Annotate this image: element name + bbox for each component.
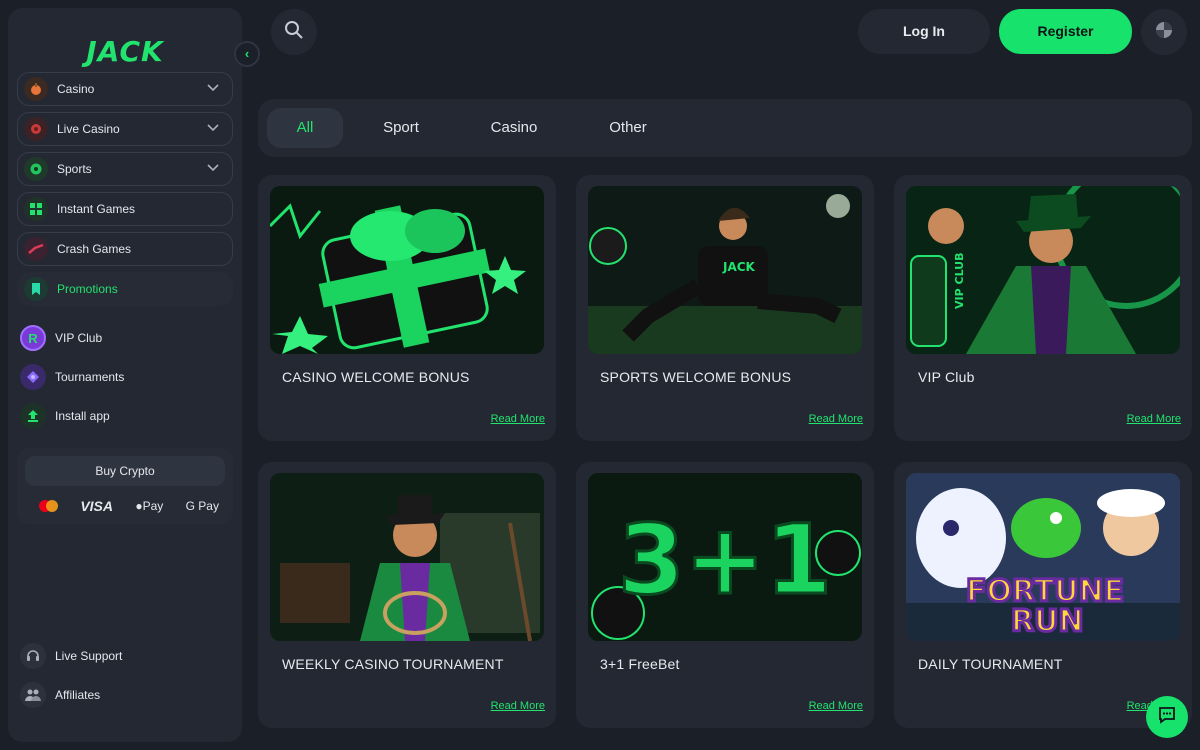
jersey-text: JACK <box>722 260 756 274</box>
login-button[interactable]: Log In <box>858 9 990 54</box>
sidebar-item-label: Instant Games <box>57 202 136 216</box>
sidebar-item-live-casino[interactable]: Live Casino <box>17 112 233 146</box>
globe-icon <box>1154 20 1174 45</box>
crash-games-icon <box>24 237 48 261</box>
read-more-link[interactable]: Read More <box>491 700 545 712</box>
sidebar-item-sports[interactable]: Sports <box>17 152 233 186</box>
google-pay-logo: G Pay <box>185 499 219 513</box>
read-more-link[interactable]: Read More <box>491 413 545 425</box>
chevron-left-icon: ‹ <box>244 46 250 61</box>
language-button[interactable] <box>1141 9 1187 55</box>
tab-casino[interactable]: Casino <box>472 108 556 148</box>
sidebar-item-label: Live Casino <box>57 122 120 136</box>
sidebar-item-crash-games[interactable]: Crash Games <box>17 232 233 266</box>
promo-image-daily-tournament: FORTUNE RUN <box>906 473 1180 641</box>
sidebar-item-label: VIP Club <box>55 331 103 345</box>
sidebar-item-label: Install app <box>55 409 110 423</box>
buy-crypto-panel: Buy Crypto VISA ●Pay G Pay <box>17 448 233 524</box>
chat-icon <box>1157 705 1177 730</box>
promo-card[interactable]: WEEKLY CASINO TOURNAMENT Read More <box>258 462 556 728</box>
promo-title: WEEKLY CASINO TOURNAMENT <box>282 656 504 672</box>
promo-title: DAILY TOURNAMENT <box>918 656 1063 672</box>
tab-all[interactable]: All <box>267 108 343 148</box>
sidebar-item-instant-games[interactable]: Instant Games <box>17 192 233 226</box>
read-more-link[interactable]: Read More <box>1127 413 1181 425</box>
promo-image-sports-bonus: JACK <box>588 186 862 354</box>
sidebar-item-promotions[interactable]: Promotions <box>17 272 233 306</box>
visa-logo: VISA <box>80 498 114 514</box>
sidebar-item-label: Live Support <box>55 649 123 663</box>
register-button[interactable]: Register <box>999 9 1132 54</box>
apple-pay-logo: ●Pay <box>135 499 163 513</box>
promotion-filter-tabs: All Sport Casino Other <box>258 99 1192 157</box>
apple-pay-label: Pay <box>142 499 164 513</box>
tab-sport[interactable]: Sport <box>366 108 436 148</box>
search-icon <box>284 20 304 45</box>
install-app-icon <box>20 403 46 429</box>
promotions-icon <box>24 277 48 301</box>
sidebar: JACK ‹ Casino Live Casino Sports Instant… <box>8 8 260 742</box>
sidebar-item-label: Crash Games <box>57 242 132 256</box>
promo-card[interactable]: FORTUNE RUN DAILY TOURNAMENT Read More <box>894 462 1192 728</box>
sidebar-item-casino[interactable]: Casino <box>17 72 233 106</box>
sports-icon <box>24 157 48 181</box>
chevron-down-icon <box>206 162 220 176</box>
tournaments-icon <box>20 364 46 390</box>
promo-image-vip-club: VIP CLUB <box>906 186 1180 354</box>
run-graphic-text: RUN <box>1011 604 1084 639</box>
promo-card[interactable]: 3+1 3+1 FreeBet Read More <box>576 462 874 728</box>
promo-card[interactable]: JACK SPORTS WELCOME BONUS Read More <box>576 175 874 441</box>
sidebar-item-affiliates[interactable]: Affiliates <box>20 681 230 709</box>
promo-card[interactable]: CASINO WELCOME BONUS Read More <box>258 175 556 441</box>
vip-sign-text: VIP CLUB <box>953 252 966 309</box>
mastercard-icon <box>39 500 58 512</box>
sidebar-item-install-app[interactable]: Install app <box>20 402 230 430</box>
sidebar-item-live-support[interactable]: Live Support <box>20 642 230 670</box>
tab-other[interactable]: Other <box>593 108 663 148</box>
live-casino-icon <box>24 117 48 141</box>
casino-icon <box>24 77 48 101</box>
brand-logo[interactable]: JACK <box>78 36 172 68</box>
buy-crypto-button[interactable]: Buy Crypto <box>25 456 225 486</box>
freebet-graphic-text: 3+1 <box>618 504 832 616</box>
sidebar-item-label: Promotions <box>57 282 118 296</box>
read-more-link[interactable]: Read More <box>809 413 863 425</box>
promo-title: 3+1 FreeBet <box>600 656 680 672</box>
payment-methods: VISA ●Pay G Pay <box>39 496 219 516</box>
instant-games-icon <box>24 197 48 221</box>
promo-image-freebet: 3+1 <box>588 473 862 641</box>
vip-club-icon: R <box>20 325 46 351</box>
headset-icon <box>20 643 46 669</box>
collapse-sidebar-button[interactable]: ‹ <box>234 41 260 67</box>
promo-card[interactable]: VIP CLUB VIP Club Read More <box>894 175 1192 441</box>
sidebar-item-vip-club[interactable]: R VIP Club <box>20 324 230 352</box>
sidebar-item-label: Sports <box>57 162 92 176</box>
promo-title: SPORTS WELCOME BONUS <box>600 369 792 385</box>
read-more-link[interactable]: Read More <box>809 700 863 712</box>
apple-icon: ● <box>135 499 143 513</box>
search-button[interactable] <box>271 9 317 55</box>
chat-button[interactable] <box>1146 696 1188 738</box>
affiliates-icon <box>20 682 46 708</box>
sidebar-item-label: Tournaments <box>55 370 125 384</box>
promo-title: CASINO WELCOME BONUS <box>282 369 470 385</box>
promo-image-casino-bonus <box>270 186 544 354</box>
promo-title: VIP Club <box>918 369 975 385</box>
chevron-down-icon <box>206 122 220 136</box>
chevron-down-icon <box>206 82 220 96</box>
sidebar-item-label: Affiliates <box>55 688 101 702</box>
sidebar-item-label: Casino <box>57 82 95 96</box>
sidebar-item-tournaments[interactable]: Tournaments <box>20 363 230 391</box>
promo-image-weekly-tournament <box>270 473 544 641</box>
